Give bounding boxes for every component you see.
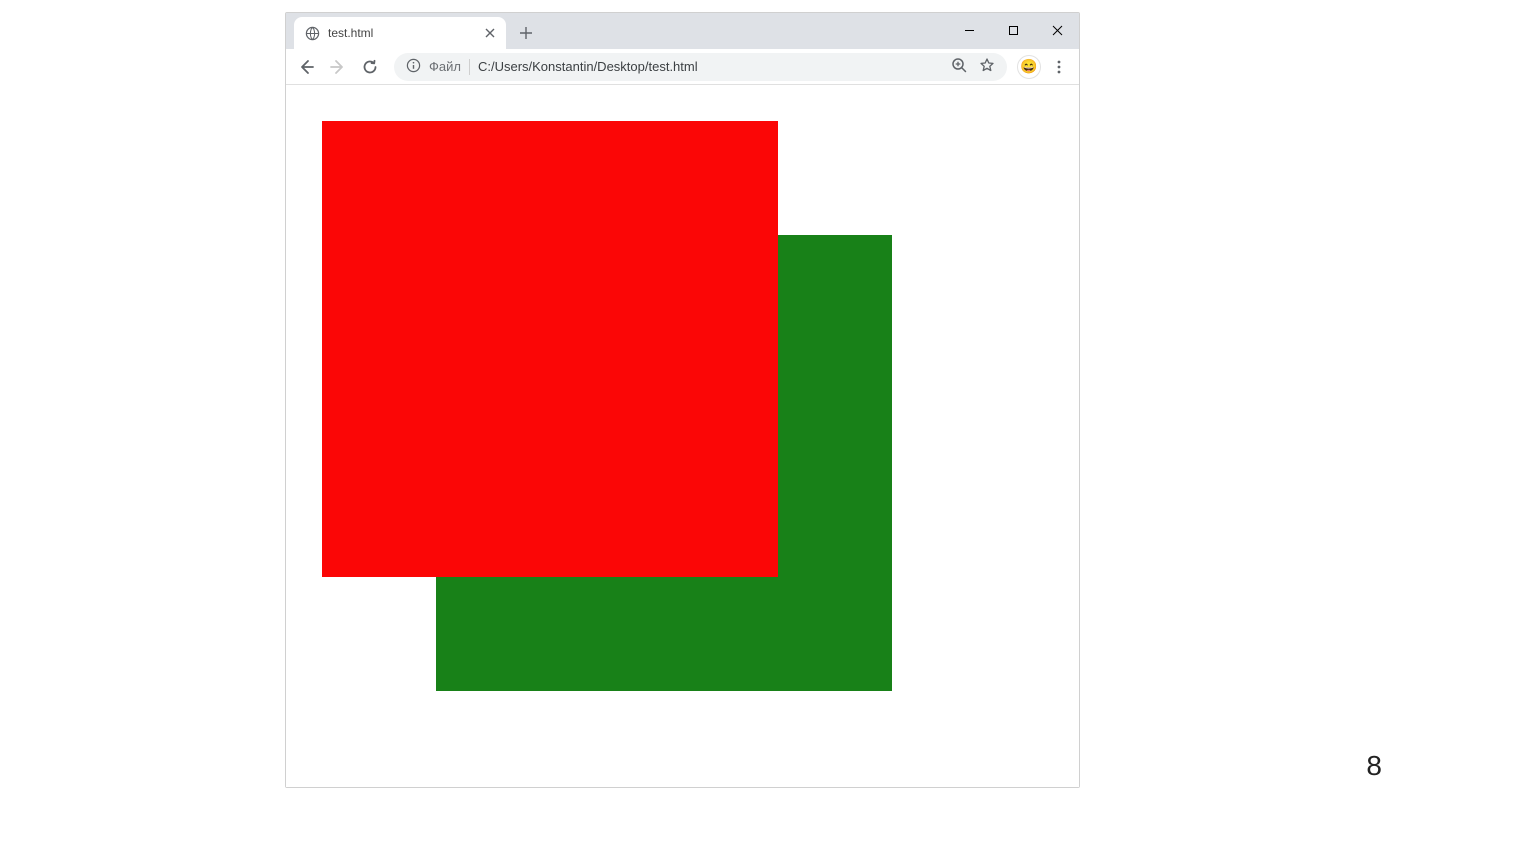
tab-title: test.html bbox=[328, 26, 474, 40]
titlebar: test.html bbox=[286, 13, 1079, 49]
forward-button[interactable] bbox=[324, 53, 352, 81]
red-square bbox=[322, 121, 778, 577]
back-button[interactable] bbox=[292, 53, 320, 81]
browser-window: test.html bbox=[285, 12, 1080, 788]
close-window-button[interactable] bbox=[1035, 15, 1079, 45]
browser-tab[interactable]: test.html bbox=[294, 17, 506, 49]
menu-button[interactable] bbox=[1045, 53, 1073, 81]
slide-page-number: 8 bbox=[1366, 750, 1382, 782]
window-controls bbox=[947, 13, 1079, 47]
address-bar[interactable]: Файл C:/Users/Konstantin/Desktop/test.ht… bbox=[394, 53, 1007, 81]
page-content bbox=[286, 85, 1079, 787]
new-tab-button[interactable] bbox=[512, 19, 540, 47]
toolbar: Файл C:/Users/Konstantin/Desktop/test.ht… bbox=[286, 49, 1079, 85]
divider bbox=[469, 59, 470, 75]
profile-avatar[interactable]: 😄 bbox=[1017, 55, 1041, 79]
star-icon[interactable] bbox=[979, 57, 995, 76]
zoom-icon[interactable] bbox=[951, 57, 967, 76]
globe-icon bbox=[304, 25, 320, 41]
omnibox-right-icons bbox=[951, 57, 995, 76]
info-icon bbox=[406, 58, 421, 76]
close-tab-button[interactable] bbox=[482, 25, 498, 41]
maximize-button[interactable] bbox=[991, 15, 1035, 45]
minimize-button[interactable] bbox=[947, 15, 991, 45]
profile-emoji: 😄 bbox=[1020, 58, 1037, 75]
address-url: C:/Users/Konstantin/Desktop/test.html bbox=[478, 59, 943, 74]
address-scheme-label: Файл bbox=[429, 59, 461, 74]
reload-button[interactable] bbox=[356, 53, 384, 81]
